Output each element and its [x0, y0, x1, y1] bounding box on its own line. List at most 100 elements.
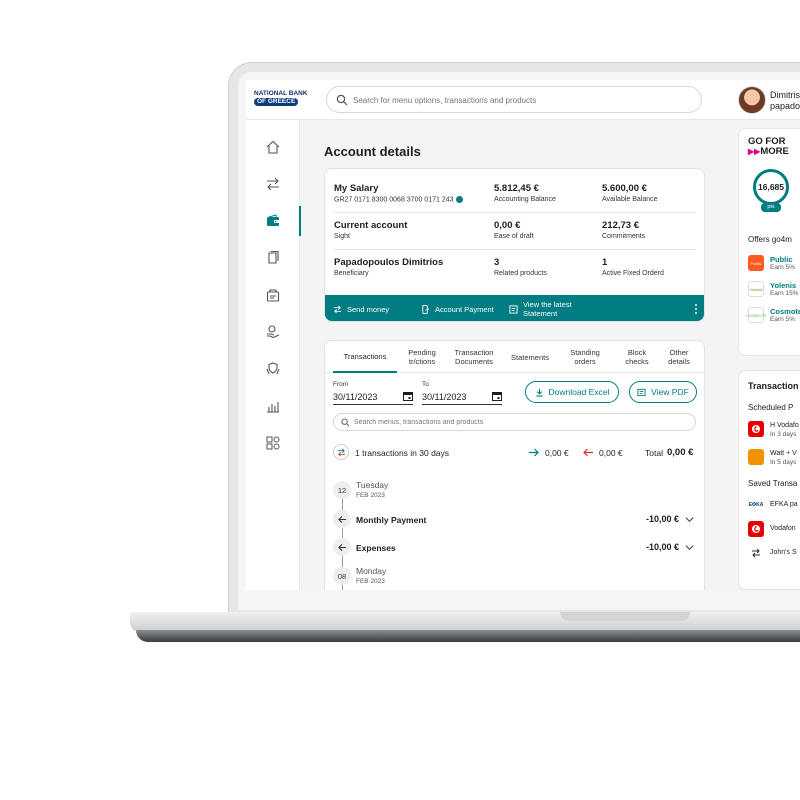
- accounting-balance-value: 5.812,45 €: [494, 183, 539, 194]
- tab-block-checks[interactable]: Block checks: [617, 341, 657, 373]
- chevron-down-icon[interactable]: [685, 515, 694, 524]
- global-search[interactable]: [326, 86, 702, 113]
- sidebar-item-transfers[interactable]: [246, 169, 300, 199]
- sidebar-item-investments[interactable]: [246, 391, 300, 421]
- points-ring[interactable]: 16,685: [753, 169, 789, 205]
- documents-icon: [268, 250, 279, 264]
- calendar-icon[interactable]: [403, 391, 413, 401]
- tab-statements[interactable]: Statements: [507, 341, 553, 373]
- fixed-orders-label: Active Fixed Orderd: [602, 270, 664, 277]
- offer-name: Yolenis: [770, 281, 797, 290]
- saved-item[interactable]: John's S: [748, 543, 800, 565]
- arrow-left-icon: [333, 538, 351, 556]
- offer-item[interactable]: COSMOTE Cosmote Earn 5%: [746, 305, 800, 327]
- transactions-search-input[interactable]: [354, 416, 684, 429]
- view-pdf-label: View PDF: [651, 387, 689, 397]
- sidebar-item-payments[interactable]: [246, 280, 300, 310]
- transaction-tabs: Transactions Pending tr/ctions Transacti…: [325, 341, 704, 373]
- gear-icon[interactable]: [455, 196, 463, 203]
- transfer-arrows-icon: [267, 177, 279, 191]
- offer-item[interactable]: Yolenis Yolenis Earn 15%: [748, 279, 800, 301]
- from-date-field[interactable]: 30/11/2023: [333, 389, 413, 405]
- avatar[interactable]: [738, 86, 766, 114]
- app-screen: NATIONAL BANK OF GREECE Dimitris papado: [246, 80, 800, 590]
- quick-transactions-title: Transaction: [748, 381, 799, 391]
- phone-payment-icon: [422, 304, 430, 314]
- more-options-icon[interactable]: [695, 304, 698, 315]
- sidebar-item-more[interactable]: [246, 428, 300, 458]
- screenshot-stage: NATIONAL BANK OF GREECE Dimitris papado: [0, 0, 800, 800]
- account-payment-button[interactable]: Account Payment: [421, 295, 494, 321]
- beneficiary-name: Papadopoulos Dimitrios: [334, 257, 444, 268]
- tab-documents[interactable]: Transaction Documents: [447, 341, 501, 373]
- laptop-base: [130, 612, 800, 632]
- to-date-field[interactable]: 30/11/2023: [422, 389, 502, 405]
- view-statement-button[interactable]: View the latest Statement: [509, 295, 589, 321]
- cosmote-logo-icon: COSMOTE: [746, 307, 766, 323]
- beneficiary-label: Beneficiary: [334, 270, 369, 277]
- scheduled-title: Scheduled P: [748, 403, 794, 412]
- search-icon: [336, 94, 348, 106]
- outgoing-amount: 0,00 €: [599, 448, 623, 458]
- go4more-card: GO FOR ▶▶MORE 16,685 pts Offers go4m Pub…: [738, 128, 800, 356]
- commitments-label: Commitments: [602, 233, 646, 240]
- sidebar-item-home[interactable]: [246, 132, 300, 162]
- download-excel-label: Download Excel: [548, 387, 610, 397]
- laptop-notch: [560, 612, 690, 621]
- go4more-logo[interactable]: GO FOR ▶▶MORE: [748, 137, 789, 157]
- account-card: My Salary GR27 0171 8300 0068 3700 0171 …: [324, 168, 705, 322]
- view-pdf-button[interactable]: View PDF: [629, 381, 697, 403]
- bank-logo[interactable]: NATIONAL BANK OF GREECE: [254, 90, 320, 106]
- day-date: FEB 2023: [356, 492, 385, 499]
- account-row-beneficiary[interactable]: Papadopoulos Dimitrios Beneficiary 3 Rel…: [334, 251, 696, 287]
- sidebar-item-loans[interactable]: [246, 317, 300, 347]
- transaction-amount: -10,00 €: [645, 542, 679, 552]
- available-balance-label: Available Balance: [602, 196, 658, 203]
- download-excel-button[interactable]: Download Excel: [525, 381, 619, 403]
- scheduled-sub: In 3 days: [770, 431, 797, 438]
- transfer-arrows-icon: [748, 545, 764, 561]
- chevron-down-icon[interactable]: [685, 543, 694, 552]
- transfer-icon: [333, 305, 342, 313]
- tab-pending[interactable]: Pending tr/ctions: [401, 341, 443, 373]
- main-content: Account details My Salary GR27 0171 8300…: [300, 120, 716, 590]
- accounting-balance-label: Accounting Balance: [494, 196, 556, 203]
- saved-item[interactable]: ΕΦΚΑ EFKA pa: [748, 495, 800, 517]
- account-row-salary[interactable]: My Salary GR27 0171 8300 0068 3700 0171 …: [334, 177, 696, 213]
- view-statement-label: View the latest Statement: [523, 300, 572, 318]
- to-date-value: 30/11/2023: [422, 392, 467, 402]
- arrow-right-icon: [529, 448, 539, 457]
- related-products-value: 3: [494, 257, 500, 268]
- arrow-left-icon: [333, 510, 351, 528]
- transaction-amount: -10,00 €: [645, 514, 679, 524]
- saved-name: Vodafon: [770, 525, 796, 532]
- scheduled-item[interactable]: Watt + V In 5 days: [748, 447, 800, 469]
- account-action-bar: Send money Account Payment View the late…: [325, 295, 704, 321]
- day-date: FEB 2023: [356, 578, 385, 585]
- sidebar-item-cards[interactable]: [246, 243, 300, 273]
- offer-sub: Earn 5%: [770, 264, 795, 271]
- transaction-name: Expenses: [356, 543, 396, 553]
- saved-item[interactable]: Vodafon: [748, 519, 800, 541]
- total-label: Total: [645, 448, 663, 458]
- sidebar-item-accounts[interactable]: [246, 206, 301, 236]
- day-badge: 12: [333, 481, 351, 499]
- scheduled-item[interactable]: H Vodafo In 3 days: [748, 419, 800, 441]
- wallet-icon: [267, 214, 279, 226]
- transactions-search[interactable]: [333, 413, 696, 431]
- offer-item[interactable]: Public Public Earn 5%: [748, 253, 800, 275]
- go4more-logo-line2: MORE: [760, 146, 789, 157]
- from-date-value: 30/11/2023: [333, 392, 378, 402]
- global-search-input[interactable]: [353, 92, 693, 108]
- send-money-button[interactable]: Send money: [333, 295, 389, 321]
- account-row-current[interactable]: Current account Sight 0,00 € Ease of dra…: [334, 214, 696, 250]
- tab-transactions[interactable]: Transactions: [333, 341, 397, 373]
- tab-standing-orders[interactable]: Standing orders: [563, 341, 607, 373]
- commitments-value: 212,73 €: [602, 220, 639, 231]
- services-icon: [266, 436, 280, 450]
- tab-other-details[interactable]: Other details: [661, 341, 697, 373]
- sidebar-item-insurance[interactable]: [246, 354, 300, 384]
- from-label: From: [333, 381, 349, 388]
- related-products-label: Related products: [494, 270, 547, 277]
- calendar-icon[interactable]: [492, 391, 502, 401]
